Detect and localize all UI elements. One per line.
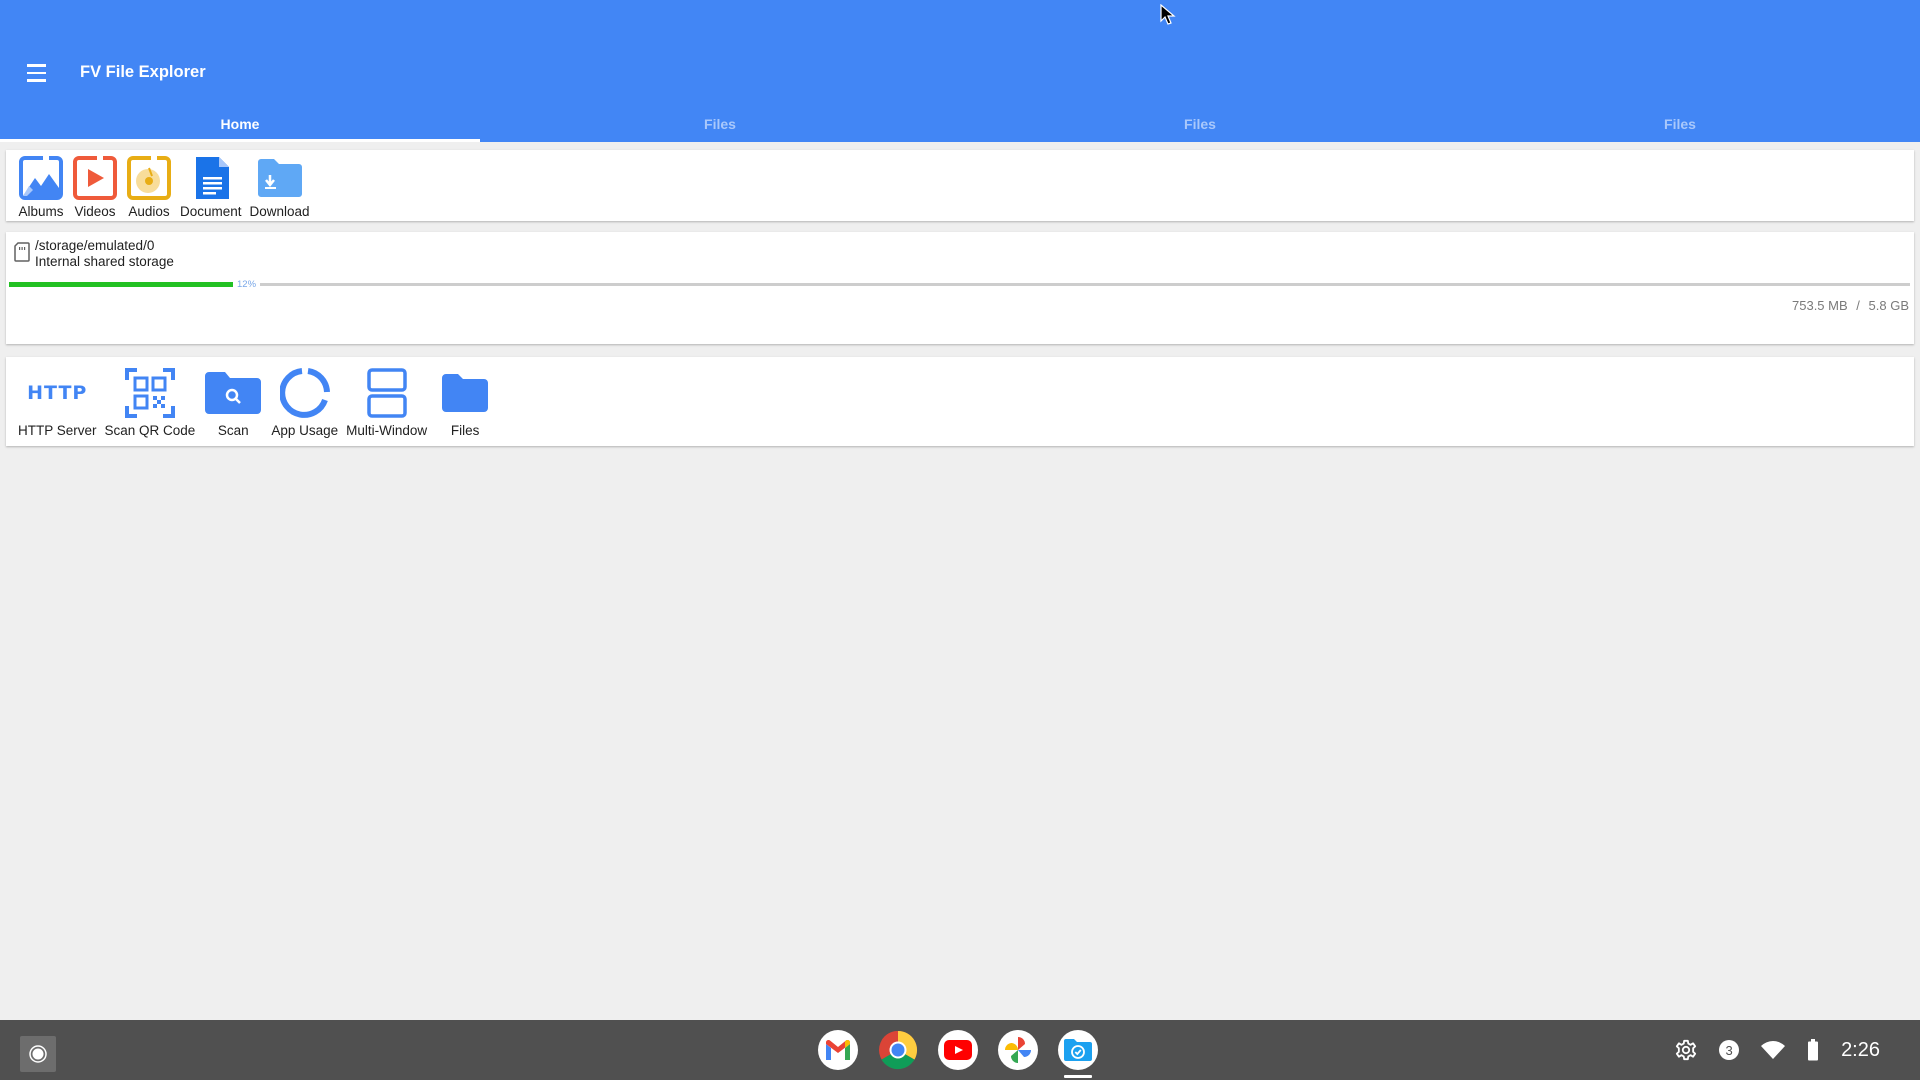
tool-label: Scan [217, 423, 249, 438]
tool-label: Multi-Window [346, 423, 428, 438]
tab-bar: Home Files Files Files [0, 108, 1920, 142]
wifi-icon[interactable] [1761, 1040, 1786, 1060]
file-explorer-icon [1064, 1039, 1092, 1061]
category-label: Download [249, 204, 310, 219]
storage-path: /storage/emulated/0 [35, 238, 155, 253]
shelf-app-file-explorer[interactable] [1058, 1030, 1098, 1078]
photos-icon [1005, 1037, 1031, 1063]
multi-window-icon [357, 367, 417, 419]
system-tray[interactable]: 3 2:26 [1675, 1020, 1920, 1080]
storage-card[interactable]: /storage/emulated/0 Internal shared stor… [6, 232, 1914, 344]
youtube-icon [944, 1040, 972, 1060]
tools-card: HTTP HTTP Server Scan QR Code Scan App U… [6, 357, 1914, 446]
category-label: Videos [74, 204, 116, 219]
storage-used: 753.5 MB [1792, 298, 1848, 313]
menu-button[interactable] [22, 58, 52, 88]
storage-progress-track [260, 283, 1910, 286]
qr-code-icon [120, 367, 180, 419]
category-audios[interactable]: Audios [126, 155, 172, 219]
category-label: Document [180, 204, 242, 219]
hamburger-menu-icon [27, 64, 46, 67]
tool-scan-qr-code[interactable]: Scan QR Code [104, 367, 196, 438]
mouse-cursor-icon [1160, 4, 1176, 25]
video-icon [72, 155, 118, 201]
tool-http-server[interactable]: HTTP HTTP Server [18, 367, 97, 438]
launcher-icon [29, 1045, 47, 1063]
hamburger-line [27, 71, 46, 75]
hamburger-line [27, 79, 46, 82]
tool-scan[interactable]: Scan [203, 367, 263, 438]
http-icon-text: HTTP [27, 382, 88, 404]
donut-chart-icon [275, 367, 335, 419]
tool-label: App Usage [271, 423, 339, 438]
shelf-app-chrome[interactable] [878, 1030, 918, 1070]
category-label: Albums [18, 204, 64, 219]
sd-card-icon [14, 242, 30, 262]
tool-label: HTTP Server [18, 423, 97, 438]
chrome-icon [879, 1031, 918, 1070]
tool-label: Scan QR Code [104, 423, 196, 438]
shelf-app-photos[interactable] [998, 1030, 1038, 1070]
category-download[interactable]: Download [250, 155, 310, 219]
folder-search-icon [203, 367, 263, 419]
audio-icon [126, 155, 172, 201]
tool-app-usage[interactable]: App Usage [271, 367, 338, 438]
storage-progress-fill [9, 282, 233, 287]
storage-usage: 753.5 MB / 5.8 GB [1792, 298, 1909, 313]
categories-card: Albums Videos Audios Document Download [6, 150, 1914, 221]
gmail-icon [826, 1039, 850, 1060]
tab-files-2[interactable]: Files [960, 108, 1440, 142]
clock[interactable]: 2:26 [1841, 1039, 1880, 1062]
document-icon [188, 155, 234, 201]
app-title: FV File Explorer [80, 63, 206, 81]
category-videos[interactable]: Videos [72, 155, 118, 219]
tab-files-1[interactable]: Files [480, 108, 960, 142]
shelf-app-gmail[interactable] [818, 1030, 858, 1070]
launcher-button[interactable] [20, 1036, 56, 1072]
app-bar: FV File Explorer Home Files Files Files [0, 0, 1920, 142]
image-icon [18, 155, 64, 201]
tool-multi-window[interactable]: Multi-Window [346, 367, 427, 438]
pinned-apps [818, 1030, 1098, 1078]
notification-badge[interactable]: 3 [1719, 1040, 1740, 1060]
shelf-app-youtube[interactable] [938, 1030, 978, 1070]
http-icon: HTTP [27, 367, 87, 419]
category-albums[interactable]: Albums [18, 155, 64, 219]
storage-name: Internal shared storage [35, 254, 174, 269]
category-label: Audios [128, 204, 170, 219]
storage-total: 5.8 GB [1868, 298, 1909, 313]
storage-percent-label: 12% [237, 279, 257, 290]
download-folder-icon [250, 155, 310, 201]
tool-label: Files [450, 423, 480, 438]
tab-files-3[interactable]: Files [1440, 108, 1920, 142]
category-document[interactable]: Document [180, 155, 242, 219]
notification-count: 3 [1719, 1040, 1740, 1060]
storage-separator: / [1856, 298, 1860, 313]
tab-home[interactable]: Home [0, 108, 480, 142]
taskbar: 3 2:26 [0, 1020, 1920, 1080]
folder-icon [435, 367, 495, 419]
tool-files[interactable]: Files [435, 367, 495, 438]
settings-icon[interactable] [1675, 1039, 1697, 1061]
battery-icon[interactable] [1807, 1039, 1819, 1061]
